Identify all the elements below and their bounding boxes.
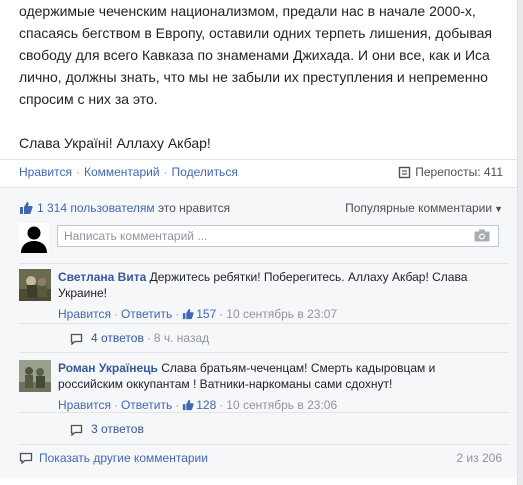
comment-author-link[interactable]: Светлана Вита: [58, 270, 146, 284]
comment-like-link[interactable]: Нравится: [58, 398, 111, 412]
comment-like-count[interactable]: 128: [196, 398, 216, 412]
post-line: спасаясь бегством в Европу, оставили одн…: [19, 25, 492, 41]
comment-input-placeholder: Написать комментарий ...: [64, 229, 208, 243]
comment-link[interactable]: Комментарий: [84, 165, 160, 179]
share-link[interactable]: Поделиться: [172, 165, 238, 179]
thumbs-up-icon: [183, 399, 194, 411]
thumbs-up-icon: [20, 202, 33, 214]
comment-meta: Нравится · Ответить · 128 · 10 сентябрь в 23:0…: [58, 397, 503, 413]
comments-sort-dropdown[interactable]: Популярные комментарии ▼: [345, 201, 503, 215]
comment-bubble-icon: [19, 452, 33, 465]
post-line: одержимые чеченским национализмом, преда…: [19, 3, 476, 19]
post-closing-line: Слава Україні! Аллаху Акбар!: [19, 135, 211, 151]
separator: ·: [219, 307, 224, 321]
separator: ·: [175, 398, 180, 412]
divider: [19, 444, 509, 445]
commenter-avatar[interactable]: [19, 269, 51, 301]
comment-like-count[interactable]: 157: [196, 307, 216, 321]
user-avatar: [19, 223, 49, 253]
reposts-link[interactable]: Перепосты: 411: [398, 165, 503, 179]
post-line: свободу для всего Кавказа по знаменами Д…: [19, 47, 490, 63]
post-line: лично, должны знать, что мы не забыли их…: [19, 69, 488, 85]
post-actions-bar: Нравится · Комментарий · Поделиться Перепост…: [0, 159, 517, 186]
comment-reply-link[interactable]: Ответить: [121, 398, 172, 412]
likes-suffix: это нравится: [154, 201, 231, 215]
sort-label: Популярные комментарии: [345, 201, 493, 215]
likes-count-link[interactable]: 1 314 пользователям: [37, 201, 155, 215]
replies-timestamp: 8 ч. назад: [153, 331, 210, 345]
divider: [19, 323, 509, 324]
replies-link[interactable]: 3 ответов: [70, 422, 515, 437]
comment-meta: Нравится · Ответить · 157 · 10 сентябрь в 23:0…: [58, 306, 503, 322]
post-actions: Нравится · Комментарий · Поделиться: [19, 165, 238, 179]
likes-summary: 1 314 пользователям это нравится: [19, 201, 230, 215]
comment-composer: Написать комментарий ...: [19, 223, 502, 253]
comment-input[interactable]: Написать комментарий ...: [57, 225, 499, 247]
feedback-section: 1 314 пользователям это нравится Популяр…: [0, 187, 517, 478]
comment-timestamp[interactable]: 10 сентябрь в 23:06: [226, 398, 337, 412]
separator: ·: [75, 165, 80, 179]
reposts-icon: [399, 166, 411, 179]
separator: ·: [113, 307, 118, 321]
commenter-avatar[interactable]: [19, 360, 51, 392]
separator: ·: [146, 331, 151, 345]
post-text: одержимые чеченским национализмом, преда…: [19, 0, 511, 154]
post-line: спросим с них за это.: [19, 91, 158, 107]
divider: [19, 263, 509, 264]
like-link[interactable]: Нравится: [19, 165, 72, 179]
reply-icon: [70, 424, 83, 437]
comment-like-link[interactable]: Нравится: [58, 307, 111, 321]
separator: ·: [175, 307, 180, 321]
more-comments-link[interactable]: Показать другие комментарии: [19, 451, 208, 465]
reply-icon: [70, 333, 83, 346]
divider: [19, 412, 509, 413]
comment-author-link[interactable]: Роман Українець: [58, 361, 158, 375]
separator: ·: [163, 165, 168, 179]
replies-count: 4 ответов: [91, 331, 144, 345]
comment-body: Роман Українець Слава братьям-чеченцам! …: [58, 360, 503, 413]
chevron-down-icon: ▼: [494, 204, 503, 214]
comment-body: Светлана Вита Держитесь ребятки! Поберег…: [58, 269, 503, 322]
post-card: одержимые чеченским национализмом, преда…: [0, 0, 518, 485]
camera-icon[interactable]: [474, 229, 490, 245]
comment-timestamp[interactable]: 10 сентябрь в 23:07: [226, 307, 337, 321]
replies-link[interactable]: 4 ответов · 8 ч. назад: [70, 331, 515, 346]
comments-counter: 2 из 206: [456, 451, 502, 465]
thumbs-up-icon: [183, 308, 194, 320]
more-comments-row: Показать другие комментарии 2 из 206: [19, 451, 502, 465]
reposts-count: Перепосты: 411: [415, 165, 503, 179]
comment-reply-link[interactable]: Ответить: [121, 307, 172, 321]
separator: ·: [219, 398, 224, 412]
divider: [19, 352, 509, 353]
silhouette-icon: [19, 223, 49, 253]
replies-count: 3 ответов: [91, 422, 144, 436]
more-comments-label: Показать другие комментарии: [39, 451, 208, 465]
separator: ·: [113, 398, 118, 412]
